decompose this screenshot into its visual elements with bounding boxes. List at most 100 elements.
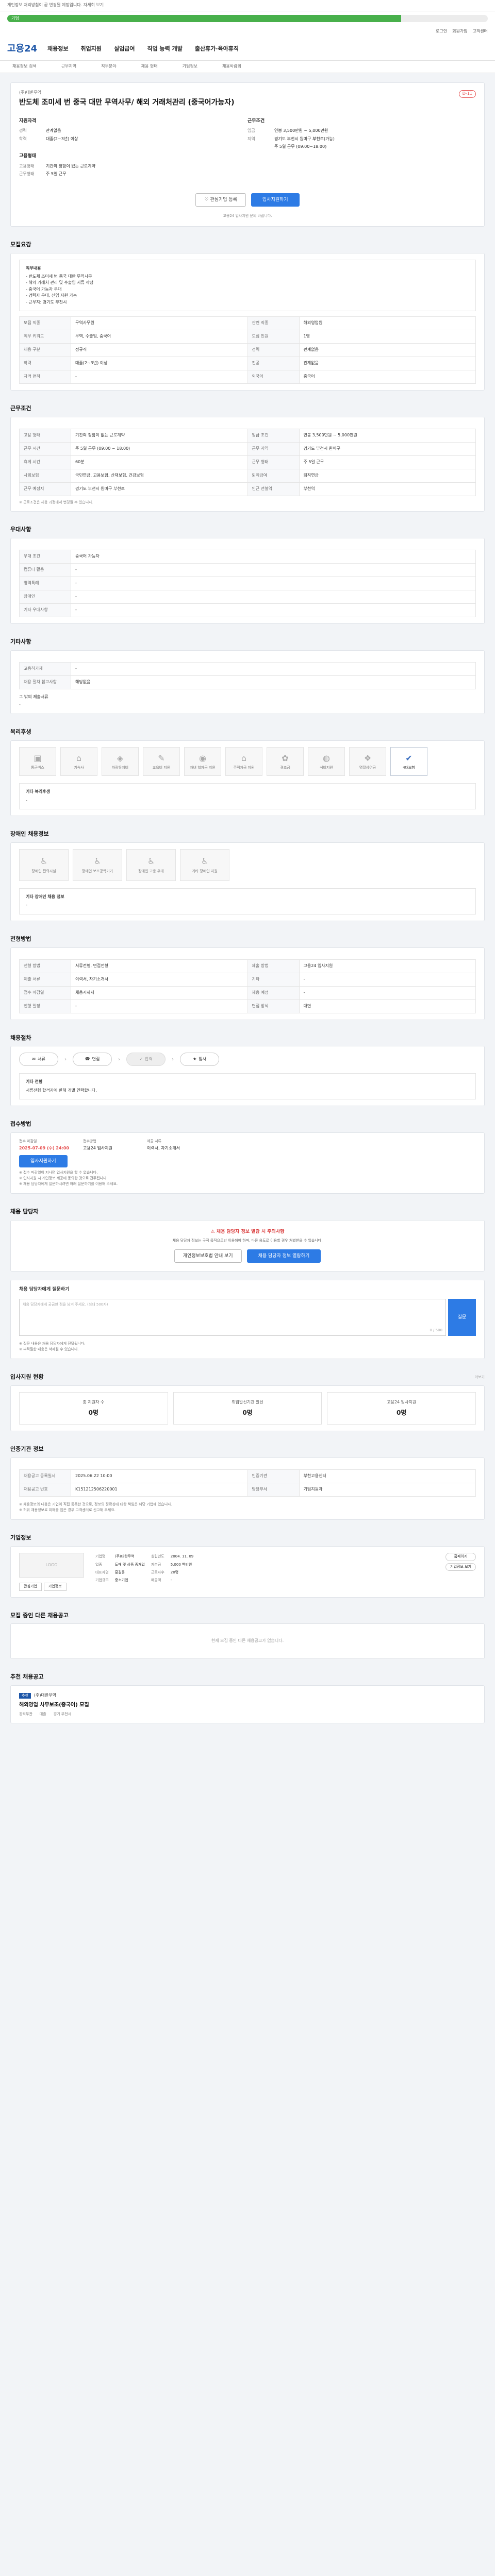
stats-section: 총 지원자 수 0명 취업알선기관 알선 0명 고용24 입사지원 0명 — [10, 1385, 485, 1431]
subnav-item[interactable]: 채용정보 검색 — [12, 64, 37, 70]
table-value: 국민연금, 고용보험, 산재보험, 건강보험 — [71, 468, 248, 483]
table-key: 외국어 — [247, 369, 300, 384]
subnav-item[interactable]: 채용 형태 — [141, 64, 158, 70]
nav-item[interactable]: 채용정보 — [47, 45, 68, 53]
nav-item[interactable]: 실업급여 — [114, 45, 135, 53]
table-value: 기업지원과 — [299, 1482, 476, 1497]
table-value: 경기도 부천시 원미구 부천로 — [71, 482, 248, 496]
proc-step: ★ 입사 — [180, 1053, 219, 1066]
view-manager-button[interactable]: 채용 담당자 정보 열람하기 — [246, 1249, 321, 1263]
stat-value: 0명 — [88, 1409, 99, 1416]
table-key: 담당부서 — [247, 1482, 300, 1497]
apply-button-2[interactable]: 입사지원하기 — [19, 1155, 68, 1168]
welfare-icon: ❖ — [364, 753, 372, 763]
stats-more-link[interactable]: 더보기 — [475, 1375, 485, 1380]
similar-title: 모집 중인 다른 채용공고 — [10, 1612, 69, 1619]
chevron-right-icon: › — [118, 1056, 120, 1062]
recommend-card[interactable]: 추천 (주)대한무역 해외영업 사무보조(중국어) 모집 경력무관 대졸 경기 부천시 — [10, 1685, 485, 1724]
table-key: 직무 키워드 — [19, 329, 71, 344]
subnav-item[interactable]: 직무분야 — [101, 64, 116, 70]
table-value: - — [71, 577, 476, 591]
table-row: 업종 도매 및 상품 중개업 자본금 5,000 백만원 — [92, 1561, 196, 1569]
description-line: - 중국어 가능자 우대 — [26, 286, 62, 292]
table-value: K151212506220001 — [71, 1482, 248, 1497]
privacy-law-button[interactable]: 개인정보보호법 안내 보기 — [174, 1249, 242, 1263]
proc-steps: ✉ 서류 › ☎ 면접 › ✓ 합격 › ★ 입사 — [19, 1053, 476, 1066]
proc-step: ✓ 합격 — [126, 1053, 166, 1066]
welfare-tag: ▣ 통근버스 — [19, 747, 56, 776]
table-key: 전형 방법 — [19, 959, 71, 973]
recruit-section: 직무내용 - 반도체 조미세 번 중국 대만 무역사무 - 해외 거래처 관리 및… — [10, 252, 485, 391]
info-key: 지역 — [248, 136, 255, 141]
recommend-meta-item: 대졸 — [39, 1711, 46, 1716]
job-description-heading: 직무내용 — [26, 265, 41, 270]
util-link[interactable]: 회원가입 — [452, 29, 467, 33]
subnav-item[interactable]: 근무지역 — [61, 64, 76, 70]
apply-col: 접수 마감일 2025-07-09 (수) 24:00 — [19, 1139, 71, 1151]
corp-link-button[interactable]: 홈페이지 — [446, 1553, 476, 1561]
stat-card: 고용24 입사지원 0명 — [327, 1392, 476, 1425]
welfare2-title: 장애인 채용정보 — [10, 831, 49, 838]
apply-col: 제출 서류 이력서, 자기소개서 — [147, 1139, 199, 1151]
table-key: 휴게 시간 — [19, 455, 71, 469]
qa-notes: ※ 질문 내용은 채용 담당자에게 전달됩니다. ※ 부적절한 내용은 삭제될 수… — [19, 1341, 476, 1352]
stat-card: 취업알선기관 알선 0명 — [173, 1392, 322, 1425]
util-link[interactable]: 로그인 — [436, 29, 447, 33]
table-key: 채용공고 등록일시 — [19, 1469, 71, 1483]
welfare-tag: ◈ 차량유지비 — [102, 747, 139, 776]
company-name[interactable]: (주)대한무역 — [19, 90, 476, 96]
subnav-item[interactable]: 기업정보 — [183, 64, 197, 70]
corp-mini-button[interactable]: 관심기업 — [19, 1583, 42, 1591]
table-key: 접수 마감일 — [19, 986, 71, 1000]
corp-link-button[interactable]: 기업정보 보기 — [446, 1563, 476, 1571]
util-link[interactable]: 고객센터 — [473, 29, 488, 33]
table-key: 제출 서류 — [19, 972, 71, 987]
corp-key: 매출액 — [151, 1578, 161, 1583]
table-key: 임금 조건 — [247, 428, 300, 443]
qa-textarea[interactable]: 채용 담당자에게 궁금한 점을 남겨 주세요. (최대 500자) 0 / 50… — [19, 1298, 446, 1336]
subnav-item[interactable]: 채용박람회 — [222, 64, 241, 70]
proc-step: ✉ 서류 — [19, 1053, 58, 1066]
table-key: 퇴직급여 — [247, 468, 300, 483]
emp-heading: 고용형태 — [19, 154, 37, 159]
table-row: 채용 절차 참고사항 해당없음 — [19, 675, 476, 689]
nav-item[interactable]: 취업지원 — [80, 45, 101, 53]
corp-mini-button[interactable]: 기업정보 — [43, 1583, 67, 1591]
accessibility-icon: ♿ — [93, 856, 102, 867]
apply-value: 고용24 입사지원 — [83, 1146, 112, 1151]
table-row: 직무 키워드 무역, 수출입, 중국어 모집 인원 1명 — [19, 329, 476, 344]
cond-heading: 근무조건 — [248, 118, 265, 124]
recommend-job-title[interactable]: 해외영업 사무보조(중국어) 모집 — [19, 1702, 476, 1709]
nav-item[interactable]: 출산휴가·육아휴직 — [195, 45, 239, 53]
notice-bar[interactable]: 개인정보 처리방침이 곧 변경될 예정입니다. 자세히 보기 — [0, 0, 495, 11]
prefer-table: 우대 조건 중국어 가능자 컴퓨터 활용 - 병역특례 - 장애인 - 기타 우대사항 - — [19, 550, 476, 618]
other-extra-heading: 그 밖의 제출서류 — [19, 694, 48, 699]
interest-button[interactable]: ♡ 관심기업 등록 — [195, 193, 246, 207]
table-value: - — [299, 986, 476, 1000]
recruit-table: 모집 직종 무역사무원 관련 직종 해외영업원 직무 키워드 무역, 수출입, 중국어 모집… — [19, 316, 476, 384]
similar-section: 현재 모집 중인 다른 채용공고가 없습니다. — [10, 1623, 485, 1659]
description-line: - 반도체 조미세 번 중국 대만 무역사무 — [26, 274, 92, 279]
apply-button[interactable]: 입사지원하기 — [251, 193, 300, 207]
table-key: 인근 전철역 — [247, 482, 300, 496]
main-container: (주)대한무역 반도체 조미세 번 중국 대만 무역사무/ 해외 거래처관리 (… — [10, 82, 485, 1724]
site-logo[interactable]: 고용24 — [7, 43, 47, 55]
corp-value: - — [170, 1578, 172, 1583]
corp-value: (주)대한무역 — [114, 1554, 135, 1559]
manager-warning-text: 채용 담당자 정보는 구직 목적으로만 이용해야 하며, 다른 용도로 이용할 … — [172, 1239, 323, 1243]
step-icon: ☎ — [85, 1057, 90, 1062]
table-row: 접수 마감일 채용시까지 채용 예정 - — [19, 986, 476, 1000]
corp-value: 2004. 11. 09 — [170, 1554, 194, 1559]
other-title: 기타사항 — [10, 638, 31, 646]
disability-tags: ♿ 장애인 편의시설 ♿ 장애인 보조공학기기 ♿ 장애인 고용 우대 ♿ 기타 장애인 지원 — [19, 849, 476, 885]
info-row: 근무형태 주 5일 근무 — [19, 172, 248, 177]
note-line: ※ 입사지원 시 개인정보 제공에 동의한 것으로 간주됩니다. — [19, 1176, 108, 1180]
welfare-icon: ⌂ — [76, 753, 82, 763]
manager-section: ⚠ 채용 담당자 정보 열람 시 주의사항 채용 담당자 정보는 구직 목적으로… — [10, 1220, 485, 1272]
table-row: 전형 방법 서류전형, 면접전형 제출 방법 고용24 입사지원 — [19, 959, 476, 973]
corp-value: 도매 및 상품 중개업 — [114, 1562, 145, 1567]
qa-submit-button[interactable]: 질문 — [448, 1298, 476, 1336]
nav-item[interactable]: 직업 능력 개발 — [147, 45, 182, 53]
corp-key: 대표자명 — [95, 1570, 109, 1574]
welfare-label: 4대보험 — [403, 766, 415, 770]
